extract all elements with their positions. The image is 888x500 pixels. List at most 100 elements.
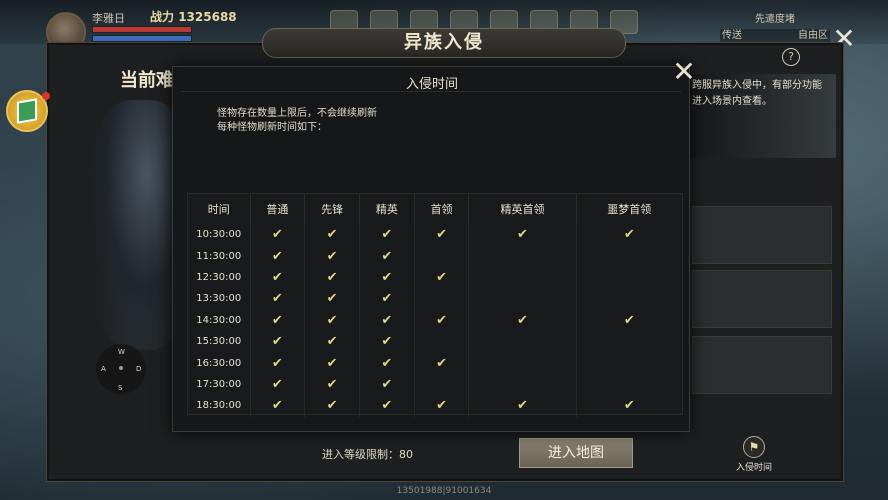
- column-header: 时间: [188, 194, 251, 224]
- help-icon[interactable]: ?: [782, 48, 800, 66]
- schedule-table: 时间 普通 先锋 精英 首领 精英首领 噩梦首领 10:30:00 ✔ ✔ ✔ ✔ ✔ ✔ 11:30:0…: [187, 193, 683, 417]
- power-label: 战力: [150, 10, 175, 24]
- invasion-time-label: 入侵时间: [735, 463, 772, 473]
- check-icon: ✔: [250, 330, 306, 353]
- check-icon: ✔: [250, 224, 306, 246]
- w-key: W: [118, 348, 125, 356]
- table-row: 14:30:00 ✔ ✔ ✔ ✔ ✔ ✔: [188, 309, 682, 331]
- mp-bar: [92, 35, 192, 42]
- check-icon: ✔: [250, 266, 306, 289]
- joystick-center: [119, 366, 123, 370]
- check-icon: ✔: [414, 352, 470, 374]
- empty-cell: [468, 330, 577, 353]
- time-cell: 11:30:00: [188, 245, 251, 267]
- empty-cell: [576, 352, 682, 373]
- popup-description: 怪物存在数量上限后，不会继续刷新 每种怪物刷新时间如下：: [217, 107, 377, 135]
- empty-cell: [468, 352, 577, 374]
- check-icon: ✔: [250, 309, 306, 331]
- time-cell: 13:30:00: [188, 288, 251, 310]
- check-icon: ✔: [304, 395, 360, 417]
- table-row: 10:30:00 ✔ ✔ ✔ ✔ ✔ ✔: [188, 224, 682, 246]
- empty-cell: [468, 373, 577, 396]
- empty-cell: [414, 288, 470, 310]
- empty-cell: [468, 245, 577, 267]
- check-icon: ✔: [250, 395, 306, 417]
- reward-slot[interactable]: [692, 270, 832, 328]
- info-banner: 跨服异族入侵中，有部分功能进入场景内查看。: [686, 74, 836, 158]
- panel-title: 异族入侵: [262, 28, 626, 58]
- table-row: 12:30:00 ✔ ✔ ✔ ✔: [188, 266, 682, 289]
- empty-cell: [576, 267, 682, 288]
- check-icon: ✔: [414, 309, 470, 331]
- table-row: 18:30:00 ✔ ✔ ✔ ✔ ✔ ✔: [188, 395, 682, 417]
- empty-cell: [414, 330, 470, 353]
- check-icon: ✔: [304, 309, 360, 331]
- invasion-time-popup: 入侵时间 怪物存在数量上限后，不会继续刷新 每种怪物刷新时间如下： 时间 普通 先锋…: [172, 66, 690, 432]
- time-cell: 16:30:00: [188, 352, 251, 374]
- table-body: 10:30:00 ✔ ✔ ✔ ✔ ✔ ✔ 11:30:00 ✔ ✔ ✔ 12:30:00 ✔ ✔ ✔ ✔ 13:…: [188, 224, 682, 417]
- hp-bar-fill: [93, 27, 191, 32]
- check-icon: ✔: [304, 352, 360, 374]
- d-key: D: [136, 365, 142, 373]
- check-icon: ✔: [623, 227, 635, 243]
- empty-cell: [414, 245, 470, 267]
- check-icon: ✔: [359, 224, 415, 246]
- empty-cell: [576, 331, 682, 352]
- server-name: 先遣度堵: [755, 14, 795, 25]
- time-cell: 17:30:00: [188, 373, 251, 396]
- teleport-link[interactable]: 传送: [722, 29, 742, 43]
- table-row: 13:30:00 ✔ ✔ ✔: [188, 288, 682, 310]
- table-row: 17:30:00 ✔ ✔ ✔: [188, 373, 682, 396]
- check-icon: ✔: [468, 224, 577, 246]
- check-icon: ✔: [359, 266, 415, 289]
- check-icon: ✔: [359, 352, 415, 374]
- description-line: 怪物存在数量上限后，不会继续刷新: [217, 108, 377, 119]
- table-header-row: 时间 普通 先锋 精英 首领 精英首领 噩梦首领: [188, 194, 682, 224]
- reward-slot[interactable]: [692, 206, 832, 264]
- popup-divider: [181, 91, 681, 92]
- column-header: 噩梦首领: [607, 203, 652, 216]
- difficulty-label: 当前难: [120, 70, 174, 91]
- time-cell: 18:30:00: [188, 395, 251, 417]
- popup-title: 入侵时间: [405, 77, 458, 92]
- free-zone-link[interactable]: 自由区: [798, 29, 828, 43]
- check-icon: ✔: [359, 309, 415, 331]
- column-header: 普通: [250, 194, 306, 224]
- column-header: 精英首领: [468, 194, 577, 224]
- player-power: 战力 1325688: [150, 8, 237, 25]
- table-row: 15:30:00 ✔ ✔ ✔: [188, 330, 682, 353]
- flag-icon: ⚑: [743, 436, 765, 458]
- check-icon: ✔: [250, 352, 306, 374]
- check-icon: ✔: [304, 266, 360, 289]
- check-icon: ✔: [414, 224, 470, 246]
- server-info: 先遣度堵 传送 自由区: [720, 10, 830, 43]
- player-name: 李雅日: [92, 12, 125, 25]
- hp-bar: [92, 26, 192, 33]
- check-icon: ✔: [304, 330, 360, 353]
- check-icon: ✔: [359, 245, 415, 267]
- column-header: 先锋: [304, 194, 360, 224]
- server-row: 传送 自由区: [720, 29, 830, 43]
- check-icon: ✔: [468, 395, 577, 417]
- notification-dot: [42, 92, 50, 100]
- bottom-id-text: 13501988|91001634: [396, 486, 492, 496]
- column-header: 精英: [359, 194, 415, 224]
- empty-cell: [468, 288, 577, 310]
- mp-bar-fill: [93, 36, 191, 41]
- invasion-time-button[interactable]: ⚑ 入侵时间: [730, 436, 778, 476]
- check-icon: ✔: [304, 288, 360, 310]
- enter-map-button[interactable]: 进入地图: [519, 438, 633, 468]
- empty-cell: [576, 374, 682, 395]
- check-icon: ✔: [304, 373, 360, 396]
- check-icon: ✔: [359, 330, 415, 353]
- time-cell: 10:30:00: [188, 224, 251, 246]
- empty-cell: [576, 288, 682, 309]
- reward-slot[interactable]: [692, 336, 832, 394]
- table-row: 11:30:00 ✔ ✔ ✔: [188, 245, 682, 267]
- wasd-joystick[interactable]: W A D S: [96, 344, 146, 394]
- check-icon: ✔: [468, 309, 577, 331]
- check-icon: ✔: [250, 373, 306, 396]
- empty-cell: [468, 266, 577, 289]
- check-icon: ✔: [304, 245, 360, 267]
- close-icon[interactable]: ✕: [670, 58, 698, 86]
